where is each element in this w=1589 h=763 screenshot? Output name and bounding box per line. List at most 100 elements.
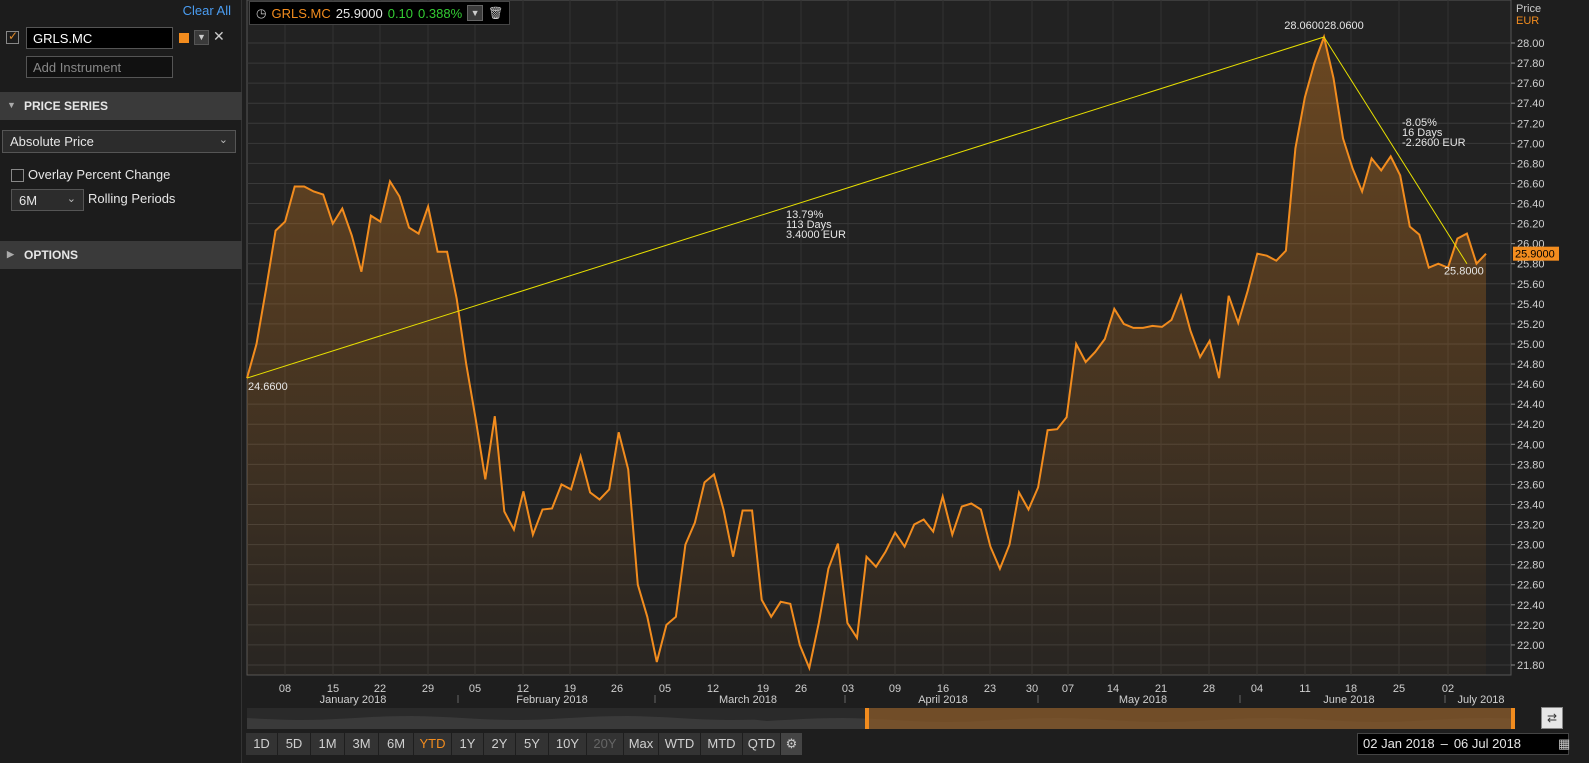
- period-button-3m[interactable]: 3M: [345, 733, 379, 755]
- clock-icon[interactable]: ◷: [256, 6, 266, 20]
- x-tick-label: 12: [707, 683, 719, 695]
- trend-end-label: 25.8000: [1444, 266, 1484, 278]
- period-button-6m[interactable]: 6M: [379, 733, 414, 755]
- navigator-minichart[interactable]: [247, 708, 1515, 729]
- date-to[interactable]: 06 Jul 2018: [1454, 736, 1521, 751]
- price-axis-currency: EUR: [1516, 15, 1540, 27]
- x-tick-label: 29: [422, 683, 434, 695]
- chevron-down-icon: ⌄: [218, 134, 228, 146]
- price-axis-header: Price EUR: [1516, 3, 1541, 27]
- period-button-wtd[interactable]: WTD: [659, 733, 701, 755]
- y-tick-label: 27.00: [1517, 138, 1545, 150]
- period-button-max[interactable]: Max: [624, 733, 659, 755]
- x-tick-label: 23: [984, 683, 996, 695]
- trend-start-label: 24.6600: [248, 381, 288, 393]
- y-tick-label: 24.40: [1517, 399, 1545, 411]
- date-range-field[interactable]: 02 Jan 2018–06 Jul 2018: [1357, 733, 1569, 755]
- x-tick-label: 04: [1251, 683, 1263, 695]
- chevron-down-icon[interactable]: ▼: [194, 30, 209, 45]
- add-instrument-input[interactable]: Add Instrument: [26, 56, 173, 78]
- period-button-1m[interactable]: 1M: [311, 733, 345, 755]
- y-tick-label: 24.00: [1517, 439, 1545, 451]
- overlay-percent-checkbox[interactable]: [11, 169, 24, 182]
- instrument-row: GRLS.MC ▼ ✕: [6, 27, 234, 49]
- y-tick-label: 21.80: [1517, 660, 1545, 672]
- period-button-10y[interactable]: 10Y: [549, 733, 587, 755]
- date-range-separator: –: [1440, 736, 1448, 751]
- navigator-selected-range: [867, 708, 1513, 729]
- period-selector: 1D 5D 1M 3M 6M YTD 1Y 2Y 5Y 10Y 20Y Max WTD MTD QTD ⚙: [246, 733, 803, 755]
- x-tick-label: 26: [611, 683, 623, 695]
- rolling-period-select[interactable]: 6M ⌄: [11, 189, 84, 211]
- navigator-right-handle[interactable]: [1511, 708, 1515, 729]
- y-tick-label: 27.80: [1517, 58, 1545, 70]
- month-label: March 2018: [719, 694, 777, 706]
- instrument-visible-checkbox[interactable]: [6, 29, 19, 44]
- month-label: May 2018: [1119, 694, 1167, 706]
- x-tick-label: 05: [469, 683, 481, 695]
- period-button-5d[interactable]: 5D: [278, 733, 311, 755]
- calendar-icon[interactable]: ▦: [1558, 736, 1570, 752]
- price-mode-value: Absolute Price: [10, 134, 94, 149]
- chart-app: Clear All GRLS.MC ▼ ✕ Add Instrument ▼ P…: [0, 0, 1589, 763]
- y-tick-label: 27.40: [1517, 98, 1545, 110]
- x-tick-label: 28: [1203, 683, 1215, 695]
- legend-last-price: 25.9000: [335, 5, 383, 21]
- x-tick-label: 25: [1393, 683, 1405, 695]
- period-button-mtd[interactable]: MTD: [701, 733, 743, 755]
- y-tick-label: 28.00: [1517, 38, 1545, 50]
- y-tick-label: 22.60: [1517, 580, 1545, 592]
- chevron-down-icon: ⌄: [66, 193, 76, 205]
- trash-icon[interactable]: 🗑: [488, 6, 503, 20]
- y-tick-label: 26.60: [1517, 178, 1545, 190]
- y-tick-label: 25.40: [1517, 299, 1545, 311]
- period-button-qtd[interactable]: QTD: [743, 733, 781, 755]
- month-label: January 2018: [320, 694, 387, 706]
- period-button-1y[interactable]: 1Y: [452, 733, 484, 755]
- x-tick-label: 03: [842, 683, 854, 695]
- date-from[interactable]: 02 Jan 2018: [1363, 736, 1435, 751]
- x-tick-label: 26: [795, 683, 807, 695]
- x-tick-label: 11: [1299, 683, 1310, 695]
- period-button-1d[interactable]: 1D: [246, 733, 278, 755]
- y-tick-label: 22.00: [1517, 640, 1545, 652]
- trend2-stat: -2.2600 EUR: [1402, 137, 1466, 149]
- chevron-down-icon[interactable]: ▼: [467, 5, 484, 21]
- close-icon[interactable]: ✕: [213, 28, 225, 45]
- x-tick-label: 08: [279, 683, 291, 695]
- options-header[interactable]: ▶ OPTIONS: [0, 241, 242, 269]
- period-button-20y: 20Y: [587, 733, 624, 755]
- overlay-percent-label: Overlay Percent Change: [28, 167, 171, 182]
- chart-legend-toolbar: ◷ GRLS.MC 25.9000 0.10 0.388% ▼ 🗑: [249, 1, 511, 25]
- instrument-field[interactable]: GRLS.MC: [26, 27, 173, 49]
- range-navigator[interactable]: [247, 708, 1515, 729]
- gear-icon[interactable]: ⚙: [781, 733, 803, 755]
- y-tick-label: 27.20: [1517, 118, 1545, 130]
- instrument-color-swatch[interactable]: [179, 33, 189, 43]
- legend-pct-change: 0.388%: [418, 5, 463, 21]
- month-label: February 2018: [516, 694, 588, 706]
- trend-peak-label: 28.060028.0600: [1284, 20, 1364, 32]
- x-tick-label: 07: [1062, 683, 1074, 695]
- price-mode-select[interactable]: Absolute Price ⌄: [2, 130, 236, 153]
- period-button-5y[interactable]: 5Y: [516, 733, 549, 755]
- period-button-ytd[interactable]: YTD: [414, 733, 452, 755]
- y-tick-label: 26.40: [1517, 199, 1545, 211]
- price-series-header[interactable]: ▼ PRICE SERIES: [0, 92, 242, 120]
- month-label: June 2018: [1323, 694, 1374, 706]
- y-tick-label: 26.80: [1517, 158, 1545, 170]
- chart-area[interactable]: 21.80 22.00 22.20 22.40 22.60 22.80 23.00 23.20…: [245, 0, 1589, 707]
- sidebar: Clear All GRLS.MC ▼ ✕ Add Instrument ▼ P…: [0, 0, 242, 763]
- y-tick-label: 24.20: [1517, 419, 1545, 431]
- x-tick-label: 09: [889, 683, 901, 695]
- clear-all-link[interactable]: Clear All: [183, 3, 231, 18]
- y-tick-label: 23.80: [1517, 459, 1545, 471]
- y-tick-label: 23.40: [1517, 499, 1545, 511]
- navigator-left-handle[interactable]: [865, 708, 869, 729]
- period-button-2y[interactable]: 2Y: [484, 733, 516, 755]
- chart-type-icon[interactable]: ⇄: [1541, 707, 1563, 729]
- price-chart[interactable]: 21.80 22.00 22.20 22.40 22.60 22.80 23.00 23.20…: [245, 0, 1589, 707]
- rolling-period-value: 6M: [19, 193, 38, 208]
- expand-triangle-icon: ▶: [7, 249, 14, 259]
- y-tick-label: 23.20: [1517, 520, 1545, 532]
